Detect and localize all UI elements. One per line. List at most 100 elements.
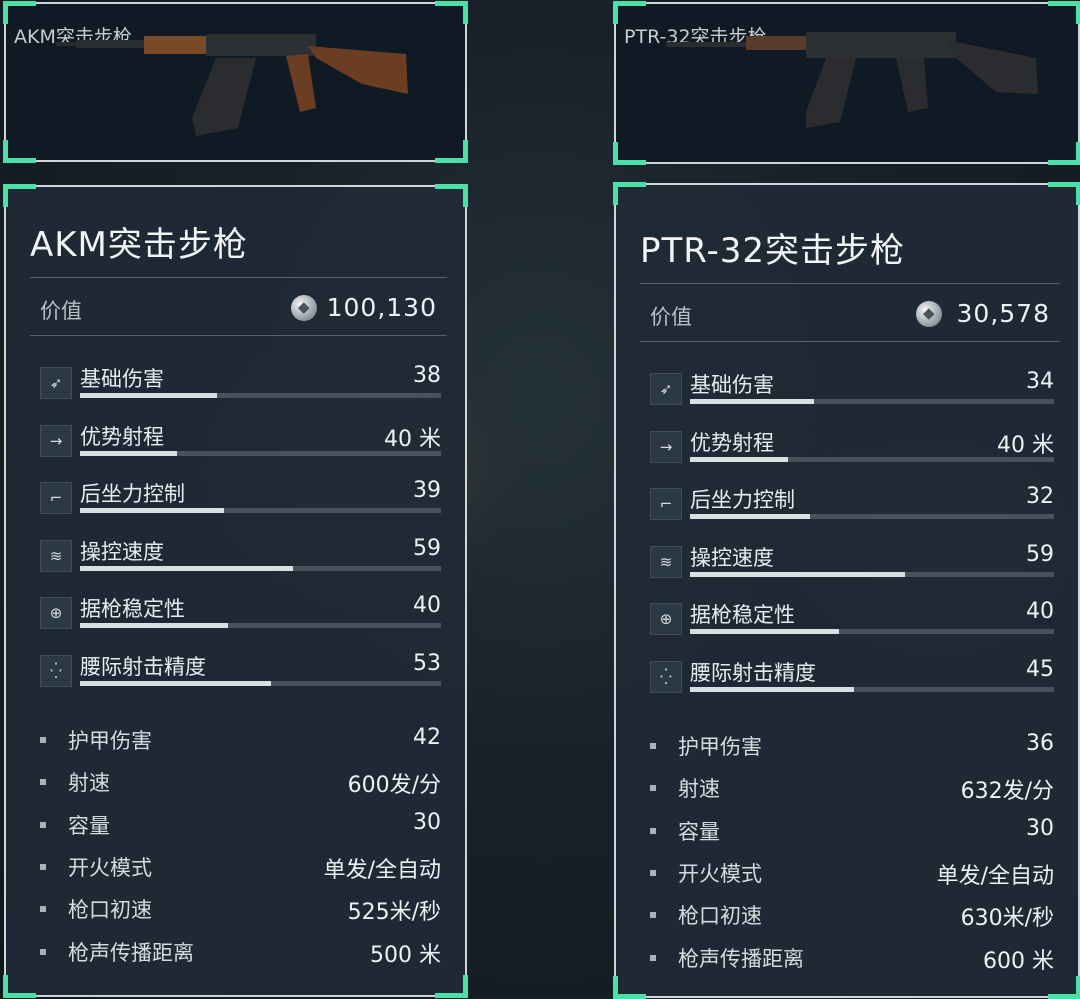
attribute-label: 护甲伤害 [678, 735, 762, 759]
stat-bar-track [80, 450, 441, 456]
stat-bar-track [80, 565, 441, 571]
stat-label: 腰际射击精度 [690, 660, 816, 685]
attribute-value: 30 [413, 809, 441, 835]
attribute-label: 开火模式 [68, 855, 152, 880]
attribute-label: 枪声传播距离 [678, 946, 804, 971]
stat-row: ≋ 操控速度 59 [40, 536, 441, 584]
stat-bar-fill [690, 399, 814, 404]
stat-row: → 优势射程 40 米 [40, 421, 441, 469]
stat-bar-track [80, 623, 441, 628]
range-arrow-icon: → [40, 424, 72, 457]
attribute-value: 500 米 [370, 942, 441, 968]
attribute-row: 开火模式 单发/全自动 [634, 856, 1054, 892]
coin-icon: ◆ [291, 295, 317, 321]
stat-label: 基础伤害 [690, 373, 774, 397]
stat-value: 59 [1026, 541, 1054, 567]
weapon-name: AKM突击步枪 [30, 225, 248, 265]
attribute-row: 射速 600发/分 [24, 765, 441, 801]
stat-label: 后坐力控制 [80, 482, 185, 506]
weapon-image-card-left[interactable]: AKM突击步枪 [3, 1, 468, 163]
bullet-dot [650, 954, 656, 961]
attribute-value: 630米/秒 [960, 906, 1054, 932]
stat-label: 优势射程 [80, 424, 164, 449]
divider [640, 341, 1060, 342]
weapon-name: PTR-32突击步枪 [640, 231, 906, 271]
range-arrow-icon: → [650, 430, 682, 463]
value-row: 价值 ◆ 100,130 [40, 289, 447, 329]
stat-label: 操控速度 [80, 539, 164, 564]
crosshair-icon: ⊕ [650, 603, 682, 635]
bullet-impact-icon: ➶ [40, 367, 72, 399]
bullet-dot [650, 869, 656, 876]
value-row: 价值 ◆ 30,578 [650, 295, 1060, 335]
attribute-value: 42 [413, 725, 441, 750]
stat-bar-fill [80, 450, 178, 456]
pistol-icon: ⌐ [650, 488, 682, 520]
attribute-label: 开火模式 [678, 861, 762, 886]
weapon-image-card-right[interactable]: PTR-32突击步枪 [613, 1, 1080, 165]
attribute-row: 枪口初速 525米/秒 [24, 892, 441, 928]
attribute-label: 射速 [68, 771, 110, 796]
stat-label: 据枪稳定性 [690, 603, 795, 627]
stat-bar-track [80, 508, 441, 513]
attribute-row: 护甲伤害 42 [24, 723, 441, 759]
bullet-dot [40, 863, 46, 870]
stat-bar-fill [80, 565, 293, 571]
divider [640, 283, 1060, 284]
hipfire-icon: ⁛ [40, 654, 72, 687]
stat-bar-fill [80, 508, 225, 513]
attribute-value: 30 [1026, 815, 1054, 841]
stat-value: 34 [1026, 369, 1054, 394]
attribute-label: 容量 [68, 813, 110, 838]
value-amount: 100,130 [326, 293, 437, 322]
value-amount: 30,578 [956, 299, 1050, 328]
stat-bar-fill [690, 514, 811, 519]
bullet-impact-icon: ➶ [650, 373, 682, 405]
attribute-row: 枪口初速 630米/秒 [634, 898, 1054, 934]
bullet-dot [650, 912, 656, 919]
stat-value: 59 [413, 535, 441, 561]
stat-bar-fill [80, 393, 218, 398]
attribute-value: 600 米 [983, 948, 1054, 974]
stat-bar-fill [80, 680, 272, 686]
attribute-row: 容量 30 [24, 808, 441, 844]
value-label: 价值 [40, 299, 82, 323]
divider [30, 335, 447, 336]
stat-value: 53 [413, 650, 441, 676]
bullet-dot [40, 948, 46, 955]
attribute-row: 射速 632发/分 [634, 771, 1054, 807]
stat-value: 32 [1026, 484, 1054, 509]
attribute-value: 525米/秒 [347, 900, 441, 926]
stat-value: 40 [413, 593, 441, 618]
stat-label: 腰际射击精度 [80, 654, 206, 679]
attribute-label: 枪口初速 [678, 904, 762, 929]
hand-icon: ≋ [650, 545, 682, 578]
stat-bar-fill [80, 623, 228, 628]
stat-row: ➶ 基础伤害 38 [40, 363, 441, 411]
bullet-dot [40, 737, 46, 743]
stat-row: → 优势射程 40 米 [650, 427, 1054, 475]
bullet-dot [650, 827, 656, 834]
stat-label: 基础伤害 [80, 367, 164, 391]
attribute-label: 容量 [678, 819, 720, 844]
bullet-dot [40, 906, 46, 913]
stat-row: ⁛ 腰际射击精度 45 [650, 657, 1054, 705]
bullet-dot [650, 743, 656, 749]
stat-value: 39 [413, 478, 441, 503]
attribute-row: 开火模式 单发/全自动 [24, 850, 441, 886]
stat-bar-track [690, 456, 1054, 462]
stat-row: ⊕ 据枪稳定性 40 [650, 599, 1054, 647]
stat-bar-track [690, 686, 1054, 692]
stat-row: ⌐ 后坐力控制 39 [40, 478, 441, 526]
weapon-stats-card-right: PTR-32突击步枪 价值 ◆ 30,578 ➶ 基础伤害 34 → 优势射程 40 米 ⌐… [613, 182, 1080, 999]
stat-bar-fill [690, 456, 789, 462]
attribute-value: 632发/分 [960, 779, 1054, 805]
coin-icon: ◆ [916, 301, 942, 327]
attribute-row: 枪声传播距离 600 米 [634, 941, 1054, 977]
stat-bar-track [80, 680, 441, 686]
attribute-value: 36 [1026, 731, 1054, 756]
stat-bar-fill [690, 571, 905, 577]
attribute-row: 护甲伤害 36 [634, 729, 1054, 765]
hipfire-icon: ⁛ [650, 660, 682, 693]
attribute-value: 单发/全自动 [323, 857, 441, 883]
